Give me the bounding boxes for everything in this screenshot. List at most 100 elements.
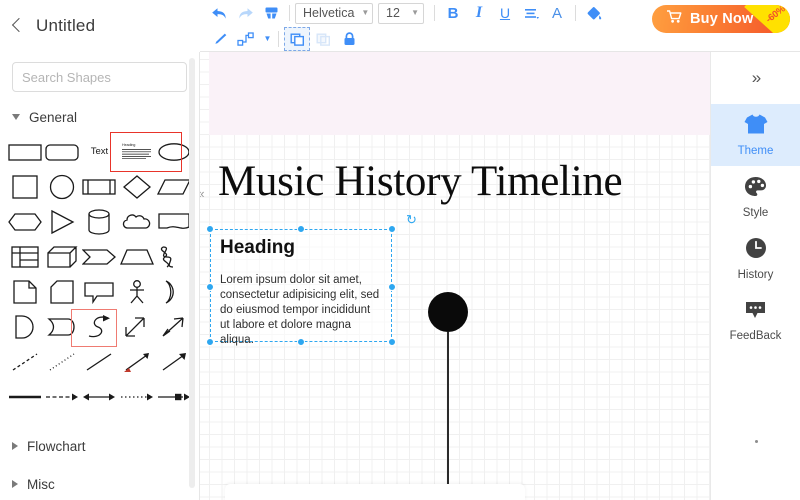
shape-trapezoid[interactable] xyxy=(118,239,155,274)
triangle-right-icon xyxy=(12,480,18,488)
sidebar-section-general[interactable]: General xyxy=(0,104,199,130)
svg-text:Heading: Heading xyxy=(122,143,135,147)
shape-chevron-arrow[interactable] xyxy=(81,239,118,274)
bold-button[interactable]: B xyxy=(440,1,466,25)
font-family-select[interactable]: Helvetica ▼ xyxy=(295,2,373,24)
text-align-icon[interactable] xyxy=(518,1,544,25)
underline-button[interactable]: U xyxy=(492,1,518,25)
shape-actor[interactable] xyxy=(118,274,155,309)
connector-dropdown-chevron-icon[interactable]: ▼ xyxy=(262,27,273,51)
resize-handle-sw[interactable] xyxy=(206,338,214,346)
shape-document[interactable] xyxy=(156,204,193,239)
resize-handle-e[interactable] xyxy=(388,283,396,291)
app-root: Untitled Helvetica ▼ 12 ▼ B I U A ▼ Buy … xyxy=(0,0,800,500)
shape-table[interactable] xyxy=(6,239,43,274)
bottom-card[interactable] xyxy=(225,484,525,500)
shape-hexagon[interactable] xyxy=(6,204,43,239)
shape-cloud[interactable] xyxy=(118,204,155,239)
buy-now-button[interactable]: Buy Now -60% xyxy=(652,5,790,33)
shape-page[interactable] xyxy=(6,274,43,309)
font-size-select[interactable]: 12 ▼ xyxy=(378,2,424,24)
font-size-value: 12 xyxy=(386,6,400,20)
canvas-pink-band xyxy=(209,52,710,135)
fill-bucket-icon[interactable] xyxy=(581,1,607,25)
bring-to-front-icon[interactable] xyxy=(284,27,310,51)
back-chevron-icon[interactable] xyxy=(10,18,26,34)
shape-dashed-arrow[interactable] xyxy=(43,379,80,414)
shape-diamond[interactable] xyxy=(118,169,155,204)
resize-handle-w[interactable] xyxy=(206,283,214,291)
font-color-label: A xyxy=(551,4,562,22)
triangle-down-icon xyxy=(12,114,20,120)
format-painter-icon[interactable] xyxy=(258,1,284,25)
shape-wave[interactable] xyxy=(156,239,193,274)
shape-cylinder[interactable] xyxy=(81,204,118,239)
sidebar-section-misc[interactable]: Misc xyxy=(0,471,199,497)
rotate-handle-icon[interactable]: ↻ xyxy=(406,213,419,226)
document-title[interactable]: Untitled xyxy=(36,16,95,36)
right-panel-item-theme[interactable]: Theme xyxy=(711,104,800,166)
selection-body-text[interactable]: Lorem ipsum dolor sit amet, consectetur … xyxy=(220,273,382,348)
shape-square[interactable] xyxy=(6,169,43,204)
right-panel-item-feedback[interactable]: FeedBack xyxy=(711,290,800,352)
canvas[interactable]: Music History Timeline Heading Lorem ips… xyxy=(200,52,710,500)
shape-delay[interactable] xyxy=(43,309,80,344)
shape-half-circle[interactable] xyxy=(6,309,43,344)
toolbar-divider xyxy=(434,5,435,21)
shape-ellipse[interactable] xyxy=(156,134,193,169)
italic-button[interactable]: I xyxy=(466,1,492,25)
shape-dotted-line[interactable] xyxy=(43,344,80,379)
brush-icon[interactable] xyxy=(206,27,232,51)
selection-heading[interactable]: Heading xyxy=(220,237,295,259)
shape-cube[interactable] xyxy=(43,239,80,274)
shape-text-block[interactable]: Heading xyxy=(118,134,155,169)
shape-dotted-arrow[interactable] xyxy=(118,379,155,414)
shape-double-arrow[interactable] xyxy=(118,309,155,344)
shape-text[interactable]: Text xyxy=(81,134,118,169)
sidebar-scrollbar[interactable] xyxy=(189,58,195,488)
selected-text-block[interactable]: Heading Lorem ipsum dolor sit amet, cons… xyxy=(206,213,417,346)
shape-thin-arrow[interactable] xyxy=(156,344,193,379)
shape-crescent[interactable] xyxy=(156,274,193,309)
shape-line[interactable] xyxy=(81,344,118,379)
right-panel-item-history[interactable]: History xyxy=(711,228,800,290)
timeline-node[interactable] xyxy=(428,292,468,332)
shape-dashed-line[interactable] xyxy=(6,344,43,379)
chevron-double-right-icon[interactable]: » xyxy=(711,52,800,104)
connector-icon[interactable] xyxy=(232,27,262,51)
search-shapes-box[interactable] xyxy=(12,62,198,92)
shape-thick-line[interactable] xyxy=(6,379,43,414)
shape-callout[interactable] xyxy=(81,274,118,309)
shape-double-headed-arrow[interactable] xyxy=(81,379,118,414)
lock-icon[interactable] xyxy=(336,27,362,51)
speech-bubble-icon xyxy=(744,300,767,325)
shape-box-arrow[interactable] xyxy=(156,379,193,414)
font-color-button[interactable]: A xyxy=(544,1,570,25)
shape-circle[interactable] xyxy=(43,169,80,204)
shape-rectangle[interactable] xyxy=(6,134,43,169)
shape-arrow-up-right[interactable] xyxy=(156,309,193,344)
redo-icon[interactable] xyxy=(232,1,258,25)
shape-curved-arrow[interactable] xyxy=(81,309,118,344)
shape-note[interactable] xyxy=(43,274,80,309)
right-panel-item-style[interactable]: Style xyxy=(711,166,800,228)
shape-triangle-right[interactable] xyxy=(43,204,80,239)
shape-internal-storage[interactable] xyxy=(81,169,118,204)
shape-rounded-rectangle[interactable] xyxy=(43,134,80,169)
resize-handle-s[interactable] xyxy=(297,338,305,346)
send-to-back-icon[interactable] xyxy=(310,27,336,51)
resize-handle-se[interactable] xyxy=(388,338,396,346)
canvas-title-text[interactable]: Music History Timeline xyxy=(218,157,623,206)
collapse-left-icon[interactable]: « xyxy=(200,180,209,206)
undo-icon[interactable] xyxy=(206,1,232,25)
shape-grid: Text Heading xyxy=(0,130,199,414)
search-input[interactable] xyxy=(22,69,198,85)
sidebar-section-flowchart[interactable]: Flowchart xyxy=(0,433,199,459)
resize-handle-nw[interactable] xyxy=(206,225,214,233)
toolbar-divider xyxy=(575,5,576,21)
shape-arrow-line[interactable] xyxy=(118,344,155,379)
shape-parallelogram[interactable] xyxy=(156,169,193,204)
resize-handle-ne[interactable] xyxy=(388,225,396,233)
timeline-axis-line[interactable] xyxy=(447,332,449,500)
resize-handle-n[interactable] xyxy=(297,225,305,233)
